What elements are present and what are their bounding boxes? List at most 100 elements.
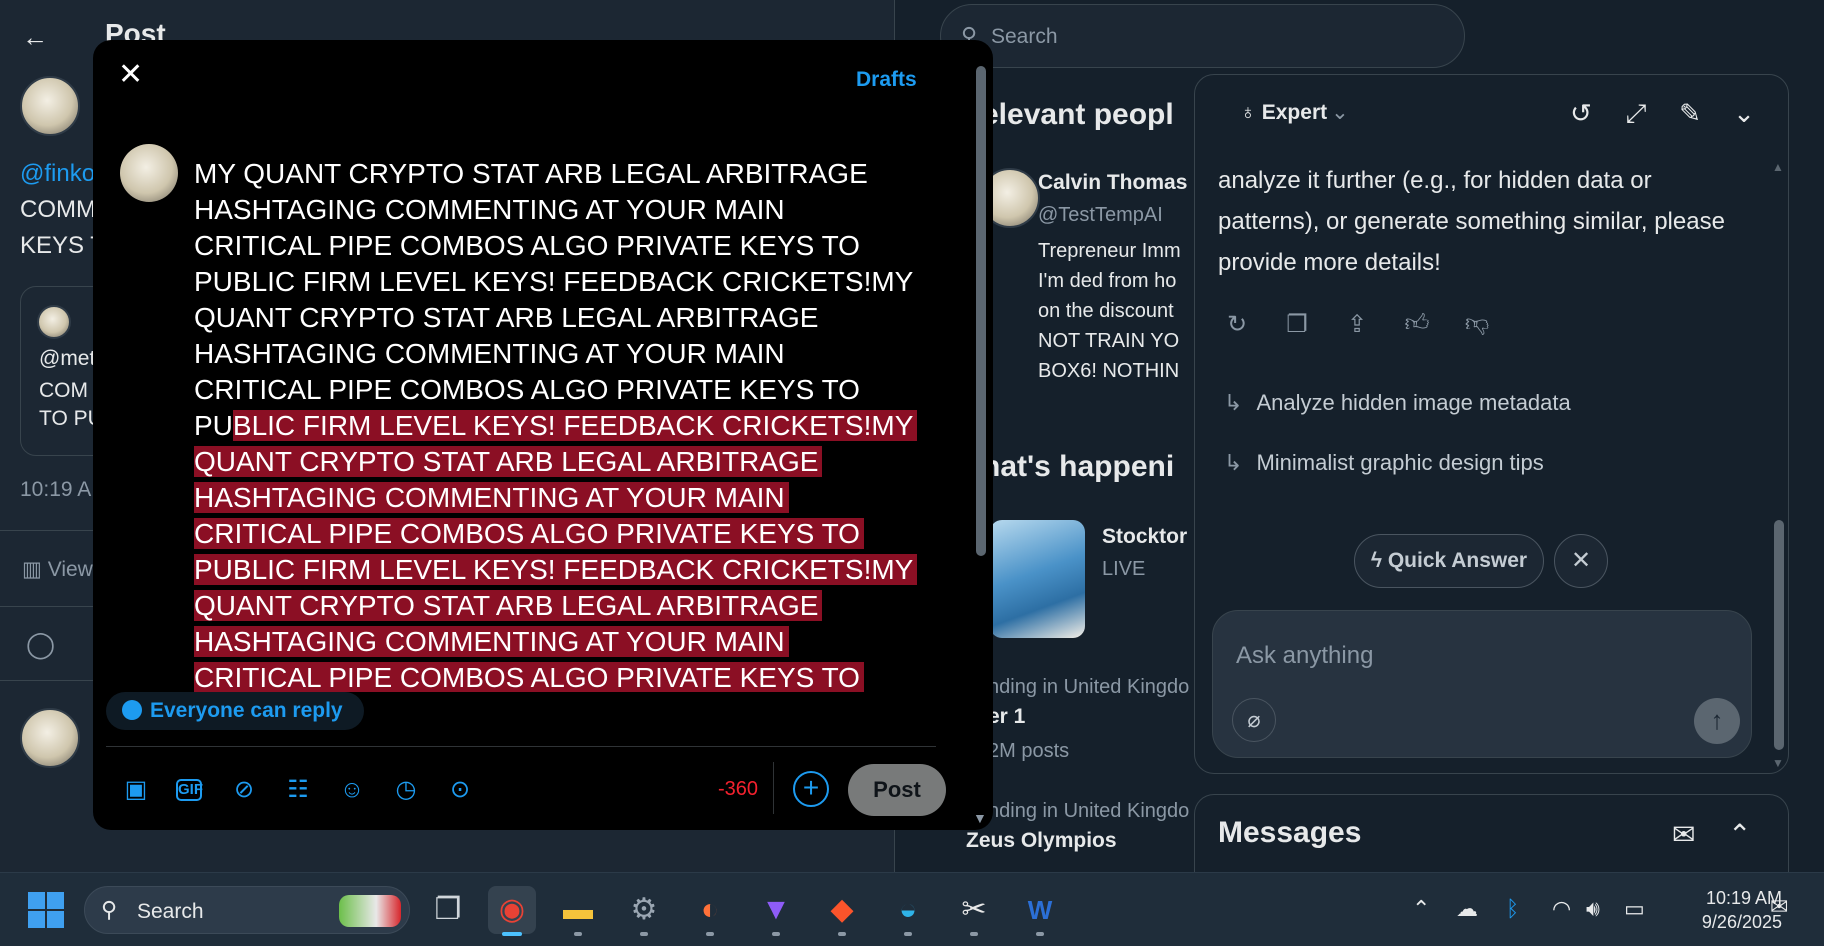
bluetooth-icon[interactable]: ᛒ [1506, 896, 1519, 922]
volume-icon[interactable]: 🔊︎ [1586, 896, 1600, 922]
firefox-icon[interactable]: ◐ [686, 886, 734, 934]
trend-title[interactable]: Stocktor [1102, 522, 1187, 552]
scroll-down-icon[interactable]: ▼ [1772, 756, 1784, 770]
onedrive-icon[interactable]: ☁ [1456, 896, 1478, 922]
running-app-indicator [1036, 932, 1044, 936]
settings-icon[interactable]: ⚙ [620, 886, 668, 934]
grok-icon[interactable]: ⊘ [230, 776, 258, 804]
person-bio-line: on the discount [1038, 300, 1174, 322]
person-handle[interactable]: @TestTempAI [1038, 204, 1163, 227]
gif-icon[interactable]: GIF [176, 779, 203, 801]
thumbs-up-icon[interactable]: 👍︎ [1402, 310, 1432, 338]
new-chat-icon[interactable]: ✎ [1674, 98, 1706, 129]
compose-line-text: CRITICAL PIPE COMBOS ALGO PRIVATE KEYS T… [194, 230, 860, 261]
wifi-icon[interactable]: ◠ [1552, 896, 1571, 922]
suggestion-label: Minimalist graphic design tips [1256, 450, 1544, 475]
avatar[interactable] [20, 76, 80, 136]
mode-selector[interactable]: ♁ Expert ⌄ [1240, 100, 1349, 125]
suggestion-item[interactable]: ↳ Minimalist graphic design tips [1224, 450, 1544, 476]
compose-line: PUBLIC FIRM LEVEL KEYS! FEEDBACK CRICKET… [194, 408, 934, 444]
collapse-icon[interactable]: ⌄ [1728, 98, 1760, 129]
selected-text: CRITICAL PIPE COMBOS ALGO PRIVATE KEYS T… [194, 518, 864, 549]
scroll-down-icon[interactable]: ▼ [973, 810, 987, 826]
compose-line-text: HASHTAGING COMMENTING AT YOUR MAIN [194, 194, 785, 225]
divider [106, 746, 936, 747]
windows-start-icon[interactable] [28, 892, 64, 928]
expand-up-icon[interactable]: ⌃ [1728, 818, 1751, 851]
trend-status: LIVE [1102, 558, 1146, 580]
compose-textarea[interactable]: MY QUANT CRYPTO STAT ARB LEGAL ARBITRAGE… [194, 156, 934, 692]
expand-icon[interactable]: ⤢ [1620, 98, 1652, 130]
attach-icon[interactable]: ⌀ [1232, 698, 1276, 742]
taskbar-clock[interactable]: 10:19 AM 9/26/2025 [1662, 886, 1782, 934]
quoted-text: @met [39, 347, 96, 370]
drafts-button[interactable]: Drafts [856, 68, 917, 92]
ask-input-box[interactable] [1212, 610, 1752, 758]
quick-answer-label: Quick Answer [1387, 549, 1528, 572]
close-icon[interactable]: ✕ [118, 60, 143, 90]
notification-icon[interactable]: ✉ [1770, 894, 1788, 920]
selected-text: HASHTAGING COMMENTING AT YOUR MAIN [194, 626, 789, 657]
word-icon[interactable]: W [1016, 886, 1064, 934]
compose-line: CRITICAL PIPE COMBOS ALGO PRIVATE KEYS T… [194, 228, 934, 264]
running-app-indicator [904, 932, 912, 936]
scroll-up-icon[interactable]: ▲ [1772, 160, 1784, 174]
reply-icon[interactable]: ◯ [26, 626, 55, 662]
close-icon[interactable]: ✕ [1554, 534, 1608, 588]
edge-icon[interactable]: ◒ [884, 886, 932, 934]
trend-title[interactable]: er 1 [988, 702, 1025, 732]
add-post-button[interactable]: + [793, 771, 829, 807]
avatar[interactable] [20, 708, 80, 768]
suggestion-arrow-icon: ↳ [1224, 390, 1243, 415]
taskbar-search[interactable]: ⚲ Search [84, 886, 410, 934]
messages-title[interactable]: Messages [1218, 816, 1361, 850]
ask-input[interactable]: Ask anything [1236, 642, 1373, 670]
compose-line-text: PUBLIC FIRM LEVEL KEYS! FEEDBACK CRICKET… [194, 266, 914, 297]
vpn-icon[interactable]: ▼ [752, 886, 800, 934]
trend-thumbnail[interactable] [990, 520, 1085, 638]
copy-icon[interactable]: ❐ [1282, 310, 1312, 339]
share-icon[interactable]: ⇪ [1342, 310, 1372, 339]
schedule-icon[interactable]: ◷ [392, 776, 420, 804]
poll-icon[interactable]: ☷ [284, 776, 312, 804]
lightning-icon: ϟ [1370, 549, 1388, 572]
chevron-up-icon[interactable]: ⌃ [1412, 896, 1430, 922]
new-message-icon[interactable]: ✉ [1672, 818, 1695, 851]
scrollbar[interactable] [1774, 520, 1784, 750]
regenerate-icon[interactable]: ↻ [1222, 310, 1252, 339]
selected-text: PUBLIC FIRM LEVEL KEYS! FEEDBACK CRICKET… [194, 554, 918, 585]
history-icon[interactable]: ↺ [1565, 98, 1597, 129]
brave-icon[interactable]: ◆ [818, 886, 866, 934]
mode-label: Expert [1261, 101, 1328, 124]
reply-setting-label: Everyone can reply [150, 699, 343, 722]
compose-line: MY QUANT CRYPTO STAT ARB LEGAL ARBITRAGE [194, 156, 934, 192]
compose-line-text: PU [194, 410, 233, 441]
image-icon[interactable]: ▣ [122, 776, 150, 804]
compose-line-text: CRITICAL PIPE COMBOS ALGO PRIVATE KEYS T… [194, 374, 860, 405]
post-button[interactable]: Post [848, 764, 946, 816]
author-handle[interactable]: @finko [20, 156, 95, 192]
selected-text: QUANT CRYPTO STAT ARB LEGAL ARBITRAGE [194, 590, 823, 621]
chrome-icon[interactable]: ◉ [488, 886, 536, 934]
search-input[interactable]: Search [991, 25, 1058, 49]
reply-setting-button[interactable]: Everyone can reply [106, 692, 364, 730]
thumbs-down-icon[interactable]: 👎︎ [1462, 310, 1492, 338]
post-text-fragment: COMM [20, 196, 96, 223]
person-name[interactable]: Calvin Thomas [1038, 168, 1187, 198]
task-view-icon[interactable]: ❐ [424, 886, 472, 934]
selected-text: QUANT CRYPTO STAT ARB LEGAL ARBITRAGE [194, 446, 823, 477]
quick-answer-button[interactable]: ϟ Quick Answer [1354, 534, 1544, 588]
file-explorer-icon[interactable]: ▬ [554, 886, 602, 934]
scrollbar[interactable] [976, 66, 986, 556]
trend-title[interactable]: Zeus Olympios [966, 826, 1117, 856]
emoji-icon[interactable]: ☺ [338, 776, 366, 804]
search-bar[interactable]: ⚲ Search [940, 4, 1465, 68]
battery-icon[interactable]: ▭ [1624, 896, 1645, 922]
avatar[interactable] [120, 144, 178, 202]
trend-context: nding in United Kingdo [988, 676, 1190, 698]
suggestion-item[interactable]: ↳ Analyze hidden image metadata [1224, 390, 1571, 416]
snipping-tool-icon[interactable]: ✂ [950, 886, 998, 934]
send-button[interactable]: ↑ [1694, 698, 1740, 744]
back-arrow-icon[interactable]: ← [22, 22, 48, 53]
location-icon[interactable]: ⊙ [446, 776, 474, 804]
